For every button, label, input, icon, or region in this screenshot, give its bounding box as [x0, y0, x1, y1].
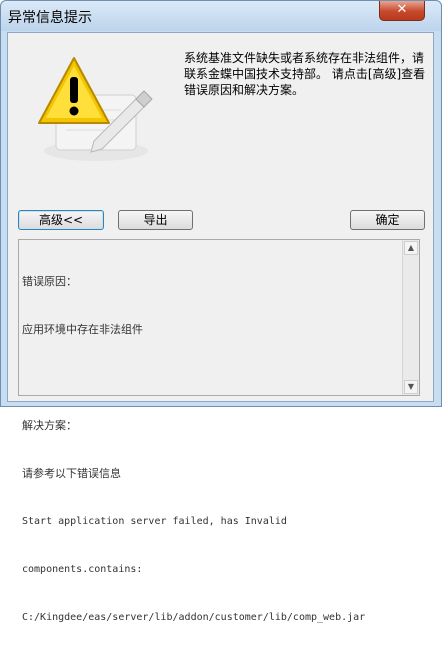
- error-dialog: 异常信息提示 ✕ 系统基准文件缺失或者系统存在非法组件，请联系金蝶中国技术支持部…: [0, 0, 442, 623]
- warning-icon: [38, 57, 153, 161]
- export-button[interactable]: 导出: [118, 210, 193, 230]
- ok-button[interactable]: 确定: [350, 210, 425, 230]
- scroll-up-icon[interactable]: ▲: [404, 241, 418, 255]
- error-details-text: 错误原因： 应用环境中存在非法组件 解决方案： 请参考以下错误信息 Start …: [22, 242, 404, 658]
- advanced-button[interactable]: 高级<<: [18, 210, 104, 230]
- solution-header: 解决方案：: [22, 419, 77, 432]
- solution-line: 请参考以下错误信息: [22, 467, 121, 480]
- close-button[interactable]: ✕: [379, 1, 425, 21]
- title-bar: 异常信息提示 ✕: [1, 1, 441, 31]
- solution-line: components.contains:: [22, 564, 143, 575]
- cause-text: 应用环境中存在非法组件: [22, 323, 143, 336]
- solution-line: Start application server failed, has Inv…: [22, 516, 287, 527]
- solution-line: C:/Kingdee/eas/server/lib/addon/customer…: [22, 612, 366, 623]
- error-message: 系统基准文件缺失或者系统存在非法组件，请联系金蝶中国技术支持部。 请点击[高级]…: [184, 51, 426, 97]
- error-details-panel[interactable]: 错误原因： 应用环境中存在非法组件 解决方案： 请参考以下错误信息 Start …: [18, 239, 420, 623]
- dialog-body: 系统基准文件缺失或者系统存在非法组件，请联系金蝶中国技术支持部。 请点击[高级]…: [7, 32, 434, 623]
- window-title: 异常信息提示: [8, 10, 92, 26]
- vertical-scrollbar[interactable]: ▲ ▼: [402, 240, 419, 395]
- cause-header: 错误原因：: [22, 275, 77, 288]
- scroll-down-icon[interactable]: ▼: [404, 380, 418, 394]
